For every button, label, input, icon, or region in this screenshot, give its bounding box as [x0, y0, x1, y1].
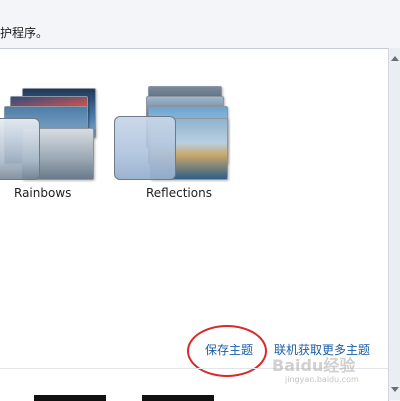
- scroll-down-arrow-icon[interactable]: [391, 387, 399, 392]
- reflections-theme-thumbnail: [110, 80, 228, 190]
- theme-label-reflections: Reflections: [146, 186, 212, 200]
- watermark-url: jingyan.baidu.com: [285, 375, 359, 384]
- next-theme-thumbnail-1[interactable]: [34, 395, 106, 401]
- theme-label-rainbows: Rainbows: [14, 186, 72, 200]
- rainbows-theme-thumbnail: [0, 80, 110, 190]
- description-text: 护程序。: [0, 26, 49, 40]
- scroll-up-arrow-icon[interactable]: [391, 56, 399, 61]
- next-theme-thumbnail-2[interactable]: [142, 395, 214, 401]
- annotation-circle: [187, 325, 267, 377]
- baidu-watermark-logo: Baidu经验: [272, 356, 356, 375]
- vertical-scrollbar[interactable]: [388, 48, 400, 400]
- theme-rainbows[interactable]: Rainbows: [0, 80, 110, 205]
- theme-reflections[interactable]: Reflections: [110, 80, 228, 205]
